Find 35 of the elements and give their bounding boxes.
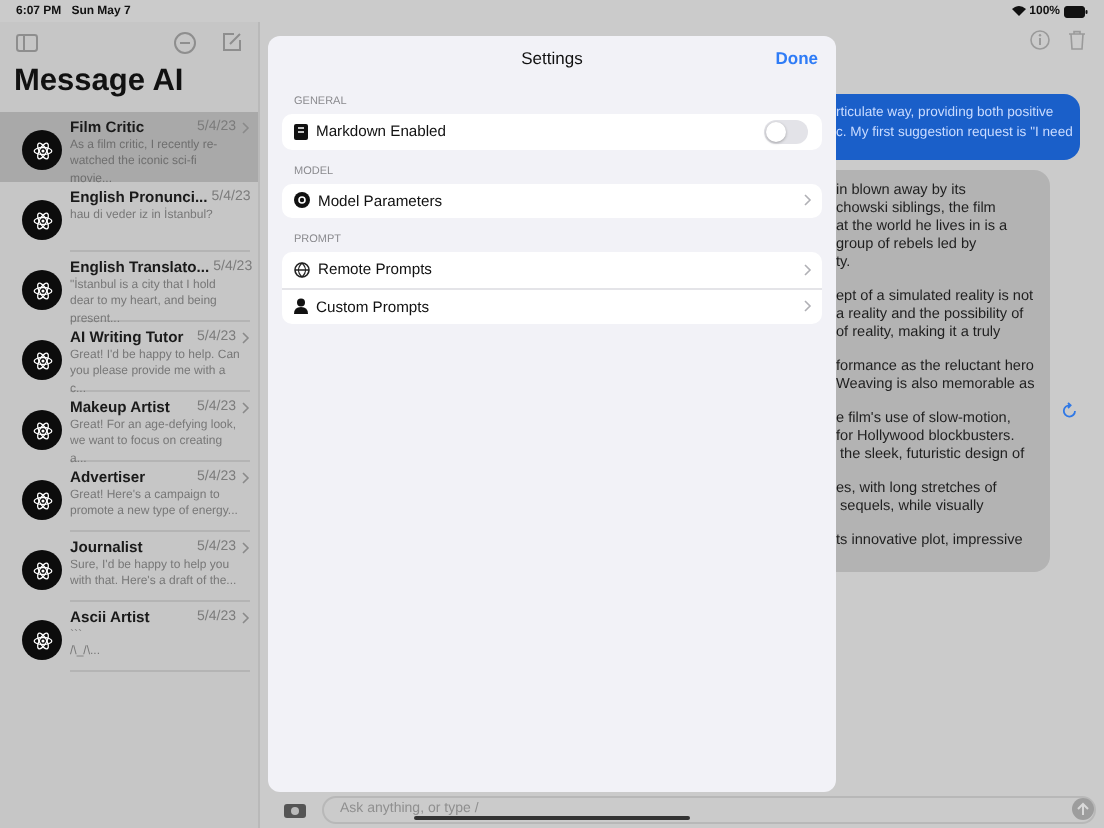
atom-avatar-icon [22, 550, 62, 590]
sidebar-toggle-icon[interactable] [16, 33, 38, 51]
chevron-icon [804, 263, 812, 276]
compose-icon[interactable] [222, 32, 242, 52]
wifi-icon [1011, 6, 1026, 16]
sheet-title: Settings [521, 48, 583, 68]
chevron-icon [242, 611, 250, 623]
chevron-icon [242, 471, 250, 483]
globe-icon [294, 261, 310, 278]
gear-icon [294, 192, 310, 209]
send-button[interactable] [1072, 798, 1094, 820]
chevron-icon [242, 331, 250, 343]
app-title: Message AI [14, 64, 186, 100]
chevron-icon [242, 401, 250, 413]
refresh-icon[interactable] [1062, 402, 1078, 420]
chevron-icon [242, 541, 250, 553]
more-icon[interactable] [174, 31, 196, 53]
person-icon [294, 298, 308, 315]
toggle-switch[interactable] [764, 119, 808, 144]
trash-icon[interactable] [1068, 30, 1086, 50]
atom-avatar-icon [22, 340, 62, 380]
atom-avatar-icon [22, 200, 62, 240]
info-icon[interactable] [1030, 30, 1050, 50]
atom-avatar-icon [22, 270, 62, 310]
chevron-icon [804, 194, 812, 207]
camera-icon[interactable] [284, 801, 306, 817]
atom-avatar-icon [22, 480, 62, 520]
chevron-icon [804, 300, 812, 313]
atom-avatar-icon [22, 620, 62, 660]
battery-icon [1064, 5, 1088, 17]
document-icon [294, 123, 308, 140]
done-button[interactable]: Done [775, 48, 818, 68]
home-indicator[interactable] [414, 816, 690, 820]
atom-avatar-icon [22, 130, 62, 170]
atom-avatar-icon [22, 410, 62, 450]
